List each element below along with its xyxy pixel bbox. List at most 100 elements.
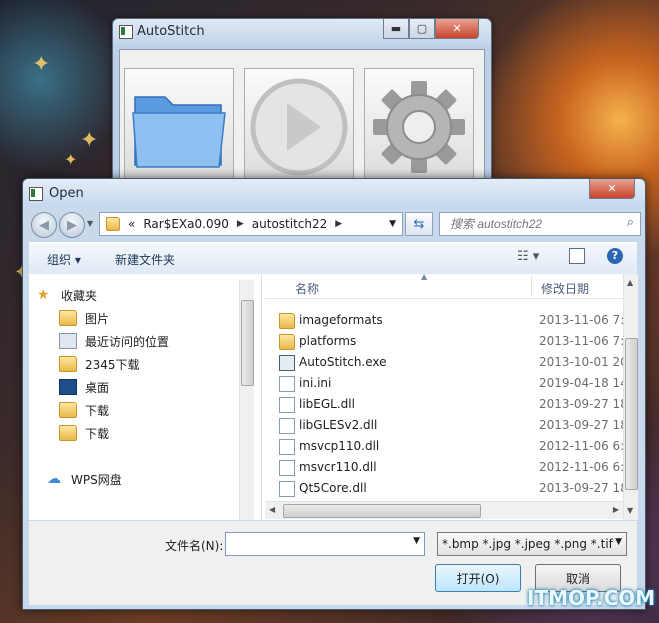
search-box[interactable]: ⌕ <box>439 212 641 236</box>
refresh-button[interactable]: ⇆ <box>405 212 433 236</box>
filename-combobox[interactable]: ▼ <box>225 532 425 556</box>
sidebar-item-label: WPS网盘 <box>71 472 122 487</box>
column-name[interactable]: 名称 <box>295 280 319 297</box>
file-row[interactable]: libGLESv2.dll 2013-09-27 18: <box>265 415 632 436</box>
app-icon <box>29 187 43 201</box>
sidebar-item-desktop[interactable]: 桌面 <box>59 376 269 398</box>
scroll-left-icon[interactable]: ◀ <box>269 505 275 514</box>
app-icon <box>119 25 133 39</box>
preview-pane-icon[interactable] <box>569 248 585 264</box>
sidebar-item-recent-places[interactable]: 最近访问的位置 <box>59 330 269 352</box>
horizontal-scroll-thumb[interactable] <box>283 504 481 518</box>
file-row[interactable]: imageformats 2013-11-06 7:1 <box>265 310 632 331</box>
new-folder-button[interactable]: 新建文件夹 <box>115 251 175 268</box>
search-icon[interactable]: ⌕ <box>627 215 634 230</box>
sidebar-item-label: 桌面 <box>85 380 110 395</box>
folder-icon <box>59 356 77 372</box>
file-date: 2012-11-06 6:2 <box>539 460 632 474</box>
file-row[interactable]: ini.ini 2019-04-18 14: <box>265 373 632 394</box>
sidebar-item-label: 2345下载 <box>85 357 140 372</box>
file-row[interactable]: msvcp110.dll 2012-11-06 6:2 <box>265 436 632 457</box>
file-type-filter[interactable]: *.bmp *.jpg *.jpeg *.png *.tif ▼ <box>437 532 627 556</box>
folder-icon <box>132 96 226 168</box>
column-modified[interactable]: 修改日期 <box>541 280 589 297</box>
sidebar-item-downloads[interactable]: 下载 <box>59 422 269 444</box>
breadcrumb-chevron-icon[interactable]: ▶ <box>335 219 342 229</box>
file-list-vertical-scrollbar[interactable]: ▲ ▼ <box>623 274 638 520</box>
file-date: 2013-11-06 7:1 <box>539 313 632 327</box>
file-name: AutoStitch.exe <box>299 355 387 369</box>
forward-button[interactable]: ▶ <box>59 212 85 238</box>
sidebar-item-label: 下载 <box>85 426 110 441</box>
recent-places-icon <box>59 333 77 349</box>
gear-icon <box>373 81 465 173</box>
sidebar-item-pictures[interactable]: 图片 <box>59 307 269 329</box>
stitch-button[interactable] <box>244 68 354 182</box>
navigation-pane: ★ 收藏夹 图片 最近访问的位置 2345下载 桌面 下载 下载 ☁ WPS网盘 <box>29 274 262 520</box>
dll-file-icon <box>279 460 295 476</box>
sidebar-scrollbar[interactable] <box>239 280 254 520</box>
file-name: msvcp110.dll <box>299 439 380 453</box>
help-icon[interactable]: ? <box>607 248 623 264</box>
sidebar-favorites[interactable]: ★ 收藏夹 <box>37 284 247 306</box>
file-date: 2013-09-27 18: <box>539 397 632 411</box>
back-arrow-icon: ◀ <box>39 217 49 233</box>
scroll-down-icon[interactable]: ▼ <box>627 506 633 515</box>
filename-input[interactable] <box>229 535 403 553</box>
breadcrumb-segment[interactable]: Rar$EXa0.090 <box>143 217 229 231</box>
breadcrumb-chevron-icon[interactable]: ▶ <box>237 219 244 229</box>
caption-buttons: ✕ <box>589 179 635 199</box>
scroll-up-icon[interactable]: ▲ <box>627 278 633 287</box>
view-options-icon[interactable]: ☷ ▾ <box>517 249 539 264</box>
autostitch-titlebar[interactable]: AutoStitch ▬ ▢ ✕ <box>113 19 491 45</box>
file-type-filter-value: *.bmp *.jpg *.jpeg *.png *.tif <box>442 537 613 551</box>
autostitch-window: AutoStitch ▬ ▢ ✕ <box>112 18 492 200</box>
sort-ascending-icon: ▲ <box>421 272 428 281</box>
organize-menu[interactable]: 组织 ▾ <box>47 251 81 268</box>
minimize-button[interactable]: ▬ <box>383 19 409 39</box>
dll-file-icon <box>279 397 295 413</box>
file-name: libGLESv2.dll <box>299 418 378 432</box>
file-row[interactable]: libEGL.dll 2013-09-27 18: <box>265 394 632 415</box>
scroll-right-icon[interactable]: ▶ <box>613 505 619 514</box>
vertical-scroll-thumb[interactable] <box>625 338 638 490</box>
open-images-button[interactable] <box>124 68 234 182</box>
file-row[interactable]: AutoStitch.exe 2013-10-01 20 <box>265 352 628 373</box>
sidebar-item-2345-downloads[interactable]: 2345下载 <box>59 353 269 375</box>
autostitch-title: AutoStitch <box>137 24 205 39</box>
file-row[interactable]: msvcr110.dll 2012-11-06 6:2 <box>265 457 632 478</box>
application-icon <box>279 355 295 371</box>
browser-area: ★ 收藏夹 图片 最近访问的位置 2345下载 桌面 下载 下载 ☁ WPS网盘… <box>29 272 638 520</box>
search-input[interactable] <box>448 215 612 233</box>
file-row[interactable]: Qt5Core.dll 2013-09-27 18: <box>265 478 632 499</box>
recent-locations-dropdown[interactable]: ▼ <box>87 219 93 228</box>
open-button[interactable]: 打开(O) <box>435 564 521 592</box>
sidebar-item-label: 最近访问的位置 <box>85 334 170 349</box>
file-row[interactable]: platforms 2013-11-06 7:1 <box>265 331 632 352</box>
dialog-title: Open <box>49 186 84 201</box>
address-bar[interactable]: « Rar$EXa0.090 ▶ autostitch22 ▶ ▼ <box>99 212 403 236</box>
file-list-horizontal-scrollbar[interactable]: ◀ ▶ <box>265 501 623 519</box>
desktop-icon <box>59 379 77 395</box>
breadcrumb-overflow[interactable]: « <box>128 217 135 231</box>
settings-button[interactable] <box>364 68 474 182</box>
chevron-down-icon[interactable]: ▼ <box>413 536 420 546</box>
dll-file-icon <box>279 481 295 497</box>
breadcrumb-segment[interactable]: autostitch22 <box>252 217 327 231</box>
file-date: 2013-09-27 18: <box>539 481 632 495</box>
sidebar-wps-cloud[interactable]: ☁ WPS网盘 <box>47 468 257 490</box>
column-divider[interactable] <box>531 276 532 296</box>
folder-icon <box>106 217 120 231</box>
file-date: 2013-09-27 18: <box>539 418 632 432</box>
close-button[interactable]: ✕ <box>589 179 635 199</box>
close-button[interactable]: ✕ <box>435 19 479 39</box>
sidebar-item-downloads[interactable]: 下载 <box>59 399 269 421</box>
address-dropdown-icon[interactable]: ▼ <box>389 219 396 229</box>
back-button[interactable]: ◀ <box>31 212 57 238</box>
sidebar-scroll-thumb[interactable] <box>241 300 254 386</box>
maximize-button[interactable]: ▢ <box>409 19 435 39</box>
refresh-icon: ⇆ <box>413 216 425 232</box>
dialog-titlebar[interactable]: Open ✕ <box>23 179 645 207</box>
chevron-down-icon[interactable]: ▼ <box>615 537 622 547</box>
butterfly-decoration: ✦ <box>80 128 99 153</box>
